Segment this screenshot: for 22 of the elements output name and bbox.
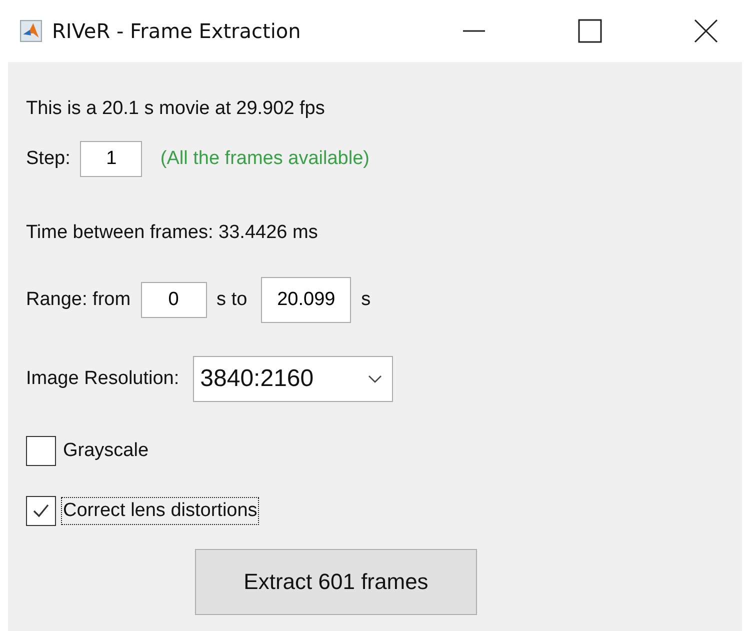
checkbox-label[interactable]: Correct lens distortions xyxy=(61,497,260,525)
step-label: Step: xyxy=(26,148,70,170)
checkbox-label[interactable]: Grayscale xyxy=(61,437,151,465)
step-field[interactable]: 1 xyxy=(80,141,142,177)
movie-info-text: This is a 20.1 s movie at 29.902 fps xyxy=(26,98,325,120)
chevron-down-icon xyxy=(368,375,382,383)
checkbox[interactable] xyxy=(26,496,56,526)
range-from-field[interactable]: 0 xyxy=(140,282,207,318)
step-note: (All the frames available) xyxy=(160,148,370,170)
resolution-dropdown[interactable]: 3840:2160 xyxy=(193,356,394,402)
range-mid-label: s to xyxy=(216,289,248,311)
maximize-icon[interactable] xyxy=(578,19,602,43)
app-logo-icon xyxy=(20,20,42,42)
close-icon[interactable] xyxy=(694,19,718,43)
range-label: Range: from xyxy=(26,289,131,311)
unit-label: s xyxy=(361,289,371,311)
window-title: RIVeR - Frame Extraction xyxy=(52,19,301,43)
range-to-field[interactable]: 20.099 xyxy=(261,277,352,323)
checkbox[interactable] xyxy=(26,436,56,466)
time-between-text: Time between frames: 33.4426 ms xyxy=(26,222,318,244)
extract-button[interactable]: Extract 601 frames xyxy=(195,549,477,615)
resolution-label: Image Resolution: xyxy=(26,368,180,390)
